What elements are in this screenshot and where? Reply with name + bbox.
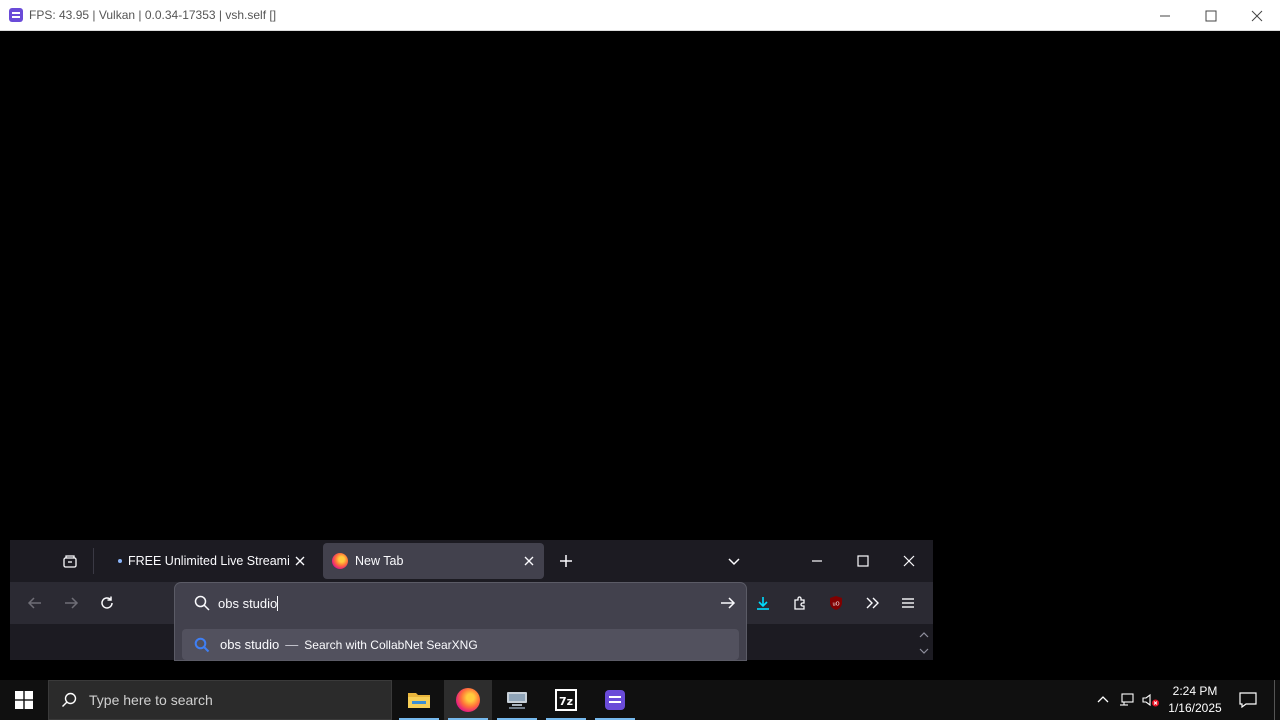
maximize-icon bbox=[857, 555, 869, 567]
arrow-right-icon bbox=[721, 597, 736, 609]
arrow-right-icon bbox=[65, 597, 79, 609]
firefox-window: FREE Unlimited Live Streaming, New Tab bbox=[10, 540, 933, 660]
scroll-up-button[interactable] bbox=[917, 628, 931, 642]
download-icon bbox=[757, 597, 769, 610]
emulator-title-bar: FPS: 43.95 | Vulkan | 0.0.34-17353 | vsh… bbox=[0, 0, 1280, 31]
tab-label: FREE Unlimited Live Streaming, bbox=[128, 554, 289, 568]
window-controls bbox=[1142, 0, 1280, 31]
url-bar-dropdown: obs studio obs studio — Search with Coll… bbox=[175, 583, 746, 660]
close-icon bbox=[1251, 10, 1263, 21]
minimize-icon bbox=[812, 560, 822, 562]
ublock-button[interactable]: uO bbox=[820, 587, 852, 619]
taskbar-network-drive[interactable] bbox=[493, 680, 541, 720]
url-input[interactable]: obs studio bbox=[175, 583, 746, 623]
back-button[interactable] bbox=[19, 587, 51, 619]
arrow-left-icon bbox=[27, 597, 41, 609]
taskbar-file-explorer[interactable] bbox=[395, 680, 443, 720]
show-desktop-divider[interactable] bbox=[1274, 680, 1275, 720]
scroll-down-button[interactable] bbox=[917, 644, 931, 658]
search-placeholder: Type here to search bbox=[89, 692, 213, 708]
close-icon bbox=[295, 556, 305, 566]
search-icon bbox=[194, 595, 210, 611]
7zip-icon: 7z bbox=[555, 689, 577, 711]
search-suggestion-row[interactable]: obs studio — Search with CollabNet SearX… bbox=[182, 629, 739, 660]
hamburger-menu-icon bbox=[902, 598, 914, 608]
firefox-icon bbox=[332, 553, 348, 569]
windows-logo-icon bbox=[15, 691, 33, 709]
firefox-view-icon bbox=[63, 555, 77, 568]
url-input-value[interactable]: obs studio bbox=[218, 595, 279, 611]
close-button[interactable] bbox=[1234, 0, 1280, 31]
taskbar-clock[interactable]: 2:24 PM 1/16/2025 bbox=[1162, 683, 1228, 717]
suggestion-text: obs studio bbox=[220, 637, 280, 652]
search-icon bbox=[62, 692, 77, 707]
tab-close-button[interactable] bbox=[289, 550, 311, 572]
file-explorer-icon bbox=[408, 693, 430, 708]
svg-text:uO: uO bbox=[832, 602, 839, 608]
browser-maximize-button[interactable] bbox=[847, 545, 879, 577]
suggestion-separator: — bbox=[285, 637, 299, 652]
audio-dot-icon bbox=[118, 559, 122, 563]
taskbar: Type here to search 7z 2:24 PM 1/16/2025 bbox=[0, 680, 1280, 720]
suggestion-engine: Search with CollabNet SearXNG bbox=[304, 637, 478, 652]
tab-bar: FREE Unlimited Live Streaming, New Tab bbox=[10, 540, 933, 582]
tab-new-tab[interactable]: New Tab bbox=[323, 543, 544, 579]
tab-separator bbox=[93, 548, 94, 574]
action-center-button[interactable] bbox=[1234, 680, 1262, 720]
notification-icon bbox=[1239, 692, 1257, 708]
overflow-menu-button[interactable] bbox=[856, 587, 888, 619]
close-icon bbox=[524, 556, 534, 566]
app-icon bbox=[9, 8, 23, 22]
tab-close-button[interactable] bbox=[518, 550, 540, 572]
ublock-icon: uO bbox=[830, 596, 842, 610]
firefox-icon bbox=[456, 688, 480, 712]
maximize-button[interactable] bbox=[1188, 0, 1234, 31]
go-button[interactable] bbox=[720, 595, 736, 616]
rpcs3-icon bbox=[605, 690, 625, 710]
maximize-icon bbox=[1205, 10, 1217, 21]
new-tab-button[interactable] bbox=[550, 545, 582, 577]
reload-icon bbox=[101, 596, 113, 609]
volume-tray-button[interactable] bbox=[1140, 680, 1162, 720]
minimize-icon bbox=[1160, 15, 1170, 16]
list-all-tabs-button[interactable] bbox=[718, 545, 750, 577]
clock-time: 2:24 PM bbox=[1172, 684, 1218, 698]
plus-icon bbox=[560, 555, 572, 567]
downloads-button[interactable] bbox=[747, 587, 779, 619]
double-chevron-right-icon bbox=[866, 597, 879, 609]
app-menu-button[interactable] bbox=[892, 587, 924, 619]
svg-text:7z: 7z bbox=[559, 695, 573, 708]
firefox-view-button[interactable] bbox=[54, 545, 86, 577]
clock-date: 1/16/2025 bbox=[1168, 701, 1222, 715]
chevron-up-icon bbox=[1097, 696, 1109, 703]
network-drive-icon bbox=[507, 692, 527, 709]
taskbar-firefox[interactable] bbox=[444, 680, 492, 720]
volume-muted-icon bbox=[1142, 693, 1159, 707]
close-icon bbox=[903, 555, 915, 567]
taskbar-rpcs3[interactable] bbox=[591, 680, 639, 720]
start-button[interactable] bbox=[0, 680, 48, 720]
window-title: FPS: 43.95 | Vulkan | 0.0.34-17353 | vsh… bbox=[29, 8, 277, 22]
browser-minimize-button[interactable] bbox=[801, 545, 833, 577]
network-tray-button[interactable] bbox=[1116, 680, 1138, 720]
taskbar-search-box[interactable]: Type here to search bbox=[48, 680, 392, 720]
taskbar-7zip[interactable]: 7z bbox=[542, 680, 590, 720]
chevron-up-icon bbox=[919, 632, 929, 638]
puzzle-icon bbox=[794, 596, 805, 610]
browser-close-button[interactable] bbox=[893, 545, 925, 577]
chevron-down-icon bbox=[919, 648, 929, 654]
network-icon bbox=[1120, 693, 1134, 706]
minimize-button[interactable] bbox=[1142, 0, 1188, 31]
tab-streaming[interactable]: FREE Unlimited Live Streaming, bbox=[105, 543, 315, 579]
chevron-down-icon bbox=[728, 558, 740, 566]
tab-label: New Tab bbox=[355, 554, 404, 568]
extensions-button[interactable] bbox=[784, 587, 816, 619]
search-icon bbox=[194, 637, 210, 652]
reload-button[interactable] bbox=[91, 587, 123, 619]
show-hidden-icons-button[interactable] bbox=[1092, 680, 1114, 720]
forward-button[interactable] bbox=[55, 587, 87, 619]
